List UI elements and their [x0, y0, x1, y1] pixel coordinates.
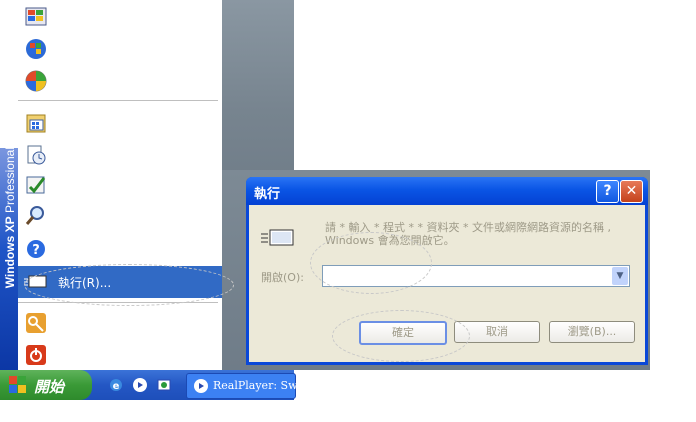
highlight-ellipse: [332, 310, 470, 362]
browse-button[interactable]: 瀏覽(B)...: [549, 321, 635, 343]
programs-folder-icon: [26, 114, 46, 133]
highlight-ellipse: [310, 232, 432, 294]
run-icon: [261, 229, 294, 246]
brand-edition: Professional: [3, 147, 17, 214]
menu-item-shutdown[interactable]: [18, 340, 222, 370]
menu-item-program-access[interactable]: [18, 66, 222, 96]
windows-catalog-icon: [25, 7, 47, 26]
menu-item-help[interactable]: ?: [18, 234, 222, 264]
realplayer-icon[interactable]: [132, 377, 148, 393]
control-panel-icon: [26, 176, 46, 194]
shutdown-icon: [26, 345, 46, 365]
brand-windows: Windows XP: [3, 216, 17, 289]
task-label: RealPlayer: Swi: [213, 379, 301, 392]
menu-item-windows-update[interactable]: [18, 34, 222, 64]
help-icon: ?: [27, 240, 45, 258]
log-off-icon: [26, 313, 46, 333]
start-menu: Windows XP Professional ? 執行(R)...: [0, 0, 234, 370]
dialog-titlebar[interactable]: 執行 ? ✕: [246, 177, 648, 205]
close-icon: ✕: [625, 183, 638, 199]
menu-item-search[interactable]: [18, 200, 222, 230]
start-button[interactable]: 開始: [0, 370, 92, 400]
menu-separator: [18, 100, 218, 101]
question-icon: ?: [603, 183, 612, 199]
open-label: 開啟(O):: [261, 271, 304, 284]
close-button[interactable]: ✕: [620, 180, 643, 203]
taskbar: 開始 e RealPlayer: Swi: [0, 370, 301, 400]
taskbar-button-realplayer[interactable]: RealPlayer: Swi: [186, 373, 301, 399]
start-menu-brand-bar: Windows XP Professional: [0, 147, 19, 370]
svg-text:?: ?: [32, 243, 40, 258]
internet-explorer-icon[interactable]: e: [108, 377, 124, 393]
start-label: 開始: [34, 378, 65, 396]
dialog-title: 執行: [254, 187, 281, 202]
dropdown-arrow-icon[interactable]: ▼: [612, 267, 628, 285]
menu-item-windows-catalog[interactable]: [18, 2, 222, 32]
menu-item-programs[interactable]: [18, 108, 222, 138]
windows-logo-icon: [9, 376, 26, 393]
menu-item-control-panel[interactable]: [18, 170, 222, 200]
set-program-access-icon: [25, 70, 47, 92]
outlook-express-icon[interactable]: [156, 377, 172, 393]
realplayer-icon: [194, 379, 208, 393]
help-button[interactable]: ?: [596, 180, 619, 203]
windows-update-icon: [26, 39, 46, 59]
recent-documents-icon: [27, 145, 46, 165]
menu-item-log-off[interactable]: [18, 308, 222, 338]
menu-item-recent-documents[interactable]: [18, 140, 222, 170]
svg-text:e: e: [113, 381, 120, 392]
search-icon: [25, 206, 44, 225]
brand-label: Windows XP Professional: [1, 147, 19, 367]
highlight-ellipse: [24, 264, 234, 306]
